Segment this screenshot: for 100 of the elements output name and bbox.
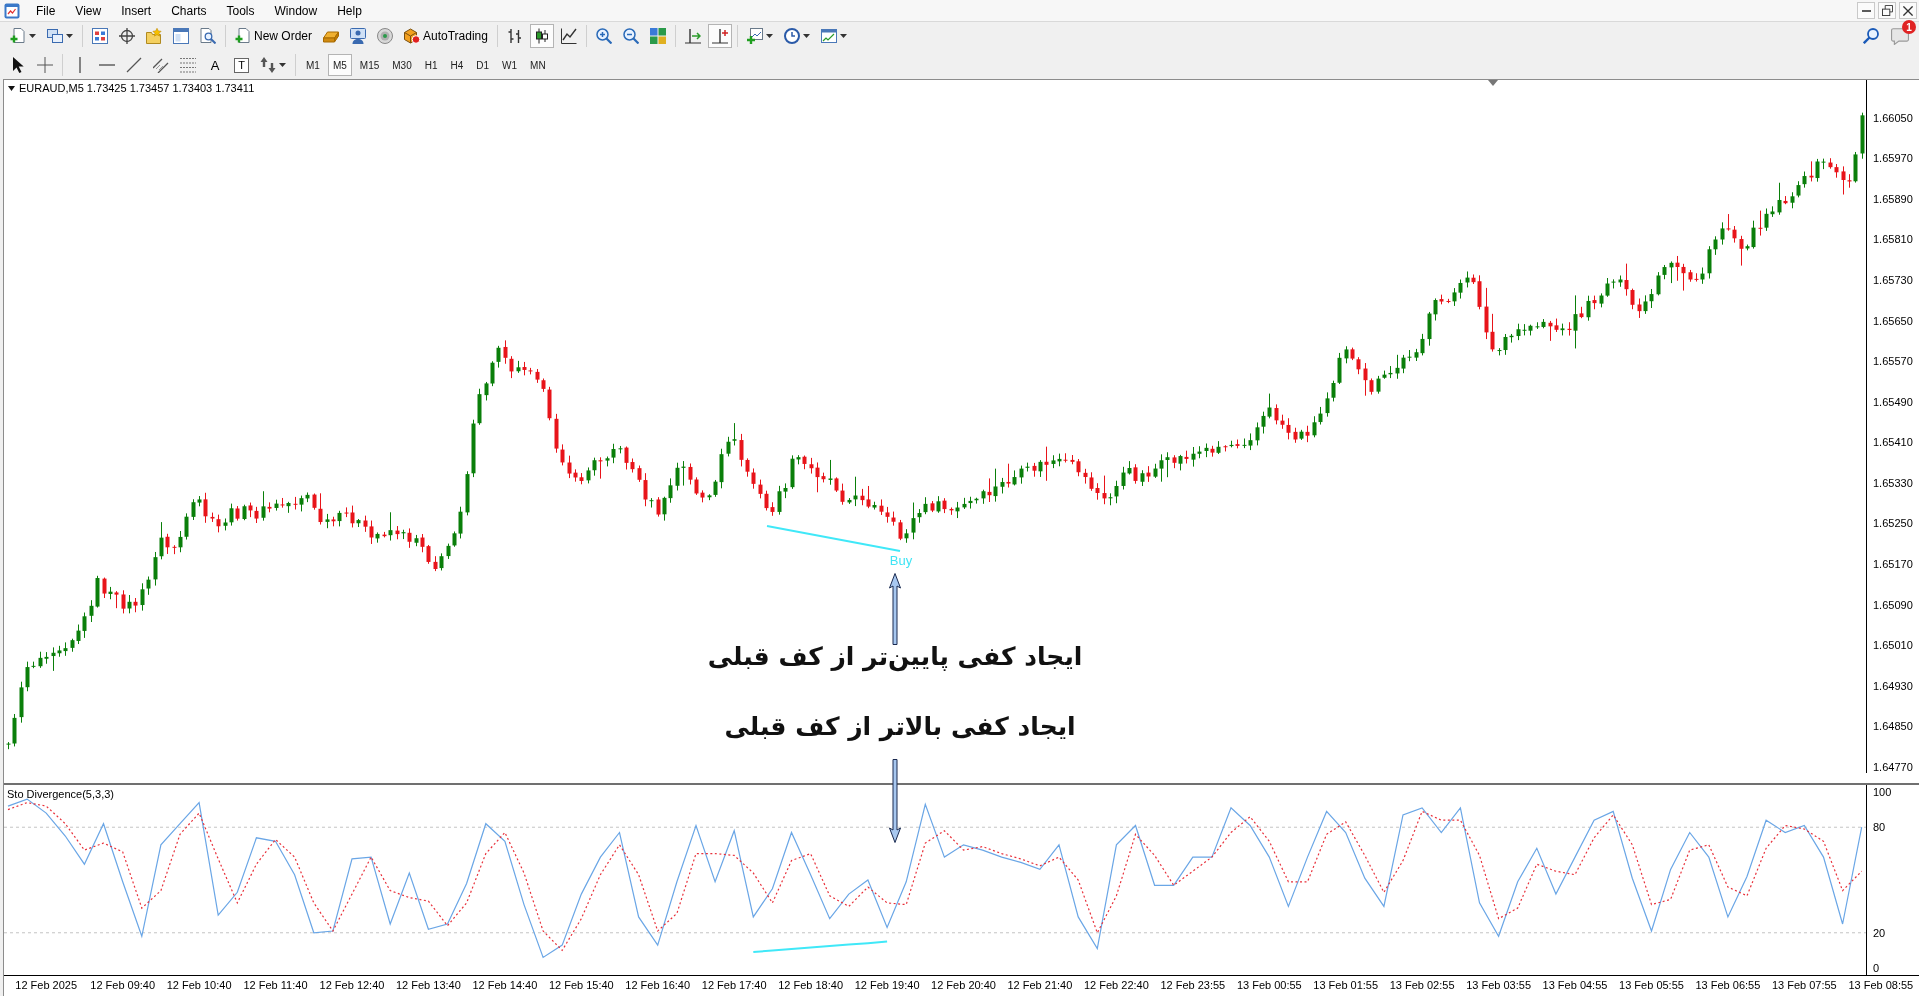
window-icon — [173, 28, 189, 44]
annotation-text: ایجاد کفی بالاتر از کف قبلی — [724, 711, 1076, 744]
caret-icon — [279, 63, 286, 67]
timeframe-button[interactable]: W1 — [497, 54, 523, 76]
time-label: 12 Feb 13:40 — [395, 979, 461, 991]
search-icon[interactable] — [1863, 28, 1879, 44]
line-chart-icon — [560, 28, 577, 44]
line-arrow-icon — [684, 28, 701, 44]
price-label: 1.65490 — [1873, 395, 1913, 408]
price-label: 1.65170 — [1873, 558, 1913, 570]
price-label: 1.65890 — [1873, 192, 1913, 205]
time-label: 13 Feb 06:55 — [1695, 979, 1761, 991]
axis-label: 0 — [1873, 962, 1880, 974]
time-label: 12 Feb 19:40 — [854, 979, 920, 991]
grid-window-icon — [92, 28, 108, 44]
time-label: 12 Feb 10:40 — [166, 979, 232, 991]
timeframe-button[interactable]: H1 — [419, 54, 443, 76]
user-screen-icon — [350, 28, 366, 44]
menu-item[interactable]: File — [26, 0, 66, 21]
app-icon[interactable] — [4, 2, 20, 19]
restore-button[interactable] — [1878, 2, 1896, 19]
diagonal-line-icon — [126, 57, 142, 73]
dashed-levels-icon — [180, 57, 196, 73]
toolbar-button[interactable] — [529, 24, 554, 48]
bar-chart-icon — [506, 28, 523, 44]
price-label: 1.64770 — [1873, 761, 1913, 773]
close-button[interactable] — [1899, 2, 1917, 19]
caret-icon — [29, 34, 36, 38]
time-label: 13 Feb 08:55 — [1848, 979, 1914, 991]
time-label: 12 Feb 21:40 — [1007, 979, 1073, 991]
menu-item[interactable]: View — [65, 0, 112, 21]
time-label: 12 Feb 16:40 — [625, 979, 691, 991]
notification-badge: 1 — [1902, 20, 1916, 34]
price-label: 1.66050 — [1873, 111, 1913, 124]
up-down-arrows-icon — [260, 57, 276, 73]
document-plus-icon — [10, 28, 26, 44]
chart-title: EURAUD,M5 1.73425 1.73457 1.73403 1.73411 — [19, 82, 255, 94]
menu-item[interactable]: Help — [327, 0, 372, 21]
concentric-circles-icon — [377, 28, 393, 44]
text-tool-button[interactable]: A — [203, 53, 227, 77]
folder-star-icon — [146, 28, 162, 44]
timeframe-button[interactable]: MN — [525, 54, 551, 76]
indicator-title: Sto Divergence(5,3,3) — [7, 788, 114, 800]
crosshair-icon — [37, 57, 53, 73]
price-label: 1.65730 — [1873, 273, 1913, 286]
zoom-out-icon — [622, 28, 639, 44]
price-label: 1.65010 — [1873, 639, 1913, 652]
windows-icon — [47, 28, 63, 44]
menu-item[interactable]: Insert — [111, 0, 162, 21]
time-label: 13 Feb 07:55 — [1771, 979, 1837, 991]
magnifier-document-icon — [200, 28, 216, 44]
price-label: 1.65810 — [1873, 233, 1913, 246]
menu-item[interactable]: Tools — [216, 0, 265, 21]
menu-item[interactable]: Window — [264, 0, 328, 21]
annotation-text: ایجاد کفی پایین‌تر از کف قبلی — [707, 641, 1083, 674]
price-label: 1.65250 — [1873, 517, 1913, 530]
time-label: 12 Feb 14:40 — [472, 979, 538, 991]
caret-icon[interactable] — [8, 85, 15, 91]
timeframe-button[interactable]: H4 — [445, 54, 469, 76]
vertical-line-icon — [79, 57, 81, 73]
price-label: 1.64930 — [1873, 679, 1913, 692]
time-label: 13 Feb 03:55 — [1466, 979, 1531, 991]
price-label: 1.64850 — [1873, 720, 1913, 733]
menu-item[interactable]: Charts — [161, 0, 217, 21]
time-label: 12 Feb 09:40 — [90, 979, 156, 991]
caret-icon — [802, 34, 810, 38]
text-label-button[interactable]: T — [234, 57, 249, 73]
candlestick-icon — [533, 28, 550, 44]
price-label: 1.65970 — [1873, 152, 1913, 165]
zoom-in-icon — [595, 28, 612, 44]
axis-label: 20 — [1873, 926, 1886, 939]
time-label: 12 Feb 22:40 — [1083, 979, 1149, 991]
timeframe-button[interactable]: D1 — [471, 54, 495, 76]
price-label: 1.65090 — [1873, 598, 1913, 611]
close-icon — [1903, 5, 1913, 16]
chat-bubble-icon[interactable] — [1891, 27, 1909, 45]
minimize-button[interactable] — [1857, 2, 1875, 19]
timeframe-button[interactable]: M30 — [387, 54, 417, 76]
timeframe-button[interactable]: M1 — [301, 54, 325, 76]
ingot-icon — [323, 28, 339, 44]
shift-marker-icon[interactable] — [1488, 80, 1498, 86]
up-arrow-icon — [889, 573, 901, 645]
axis-label: 100 — [1873, 786, 1892, 798]
minimize-icon — [1861, 9, 1871, 12]
new-order-button[interactable]: New Order — [231, 24, 316, 48]
time-label: 13 Feb 04:55 — [1542, 979, 1608, 991]
parallel-lines-icon — [153, 57, 169, 73]
time-label: 12 Feb 11:40 — [243, 979, 308, 991]
horizontal-line-icon — [99, 64, 115, 66]
tiles-icon — [649, 28, 666, 44]
cube-stop-icon — [404, 28, 420, 44]
price-label: 1.65330 — [1873, 476, 1913, 489]
time-label: 12 Feb 17:40 — [701, 979, 767, 991]
time-label: 12 Feb 12:40 — [319, 979, 385, 991]
down-arrow-icon — [889, 759, 901, 843]
autotrading-button[interactable]: AutoTrading — [400, 24, 492, 48]
caret-icon — [765, 34, 773, 38]
chart-plus-icon — [746, 28, 763, 44]
timeframe-button[interactable]: M5 — [327, 54, 352, 76]
timeframe-button[interactable]: M15 — [354, 54, 385, 76]
